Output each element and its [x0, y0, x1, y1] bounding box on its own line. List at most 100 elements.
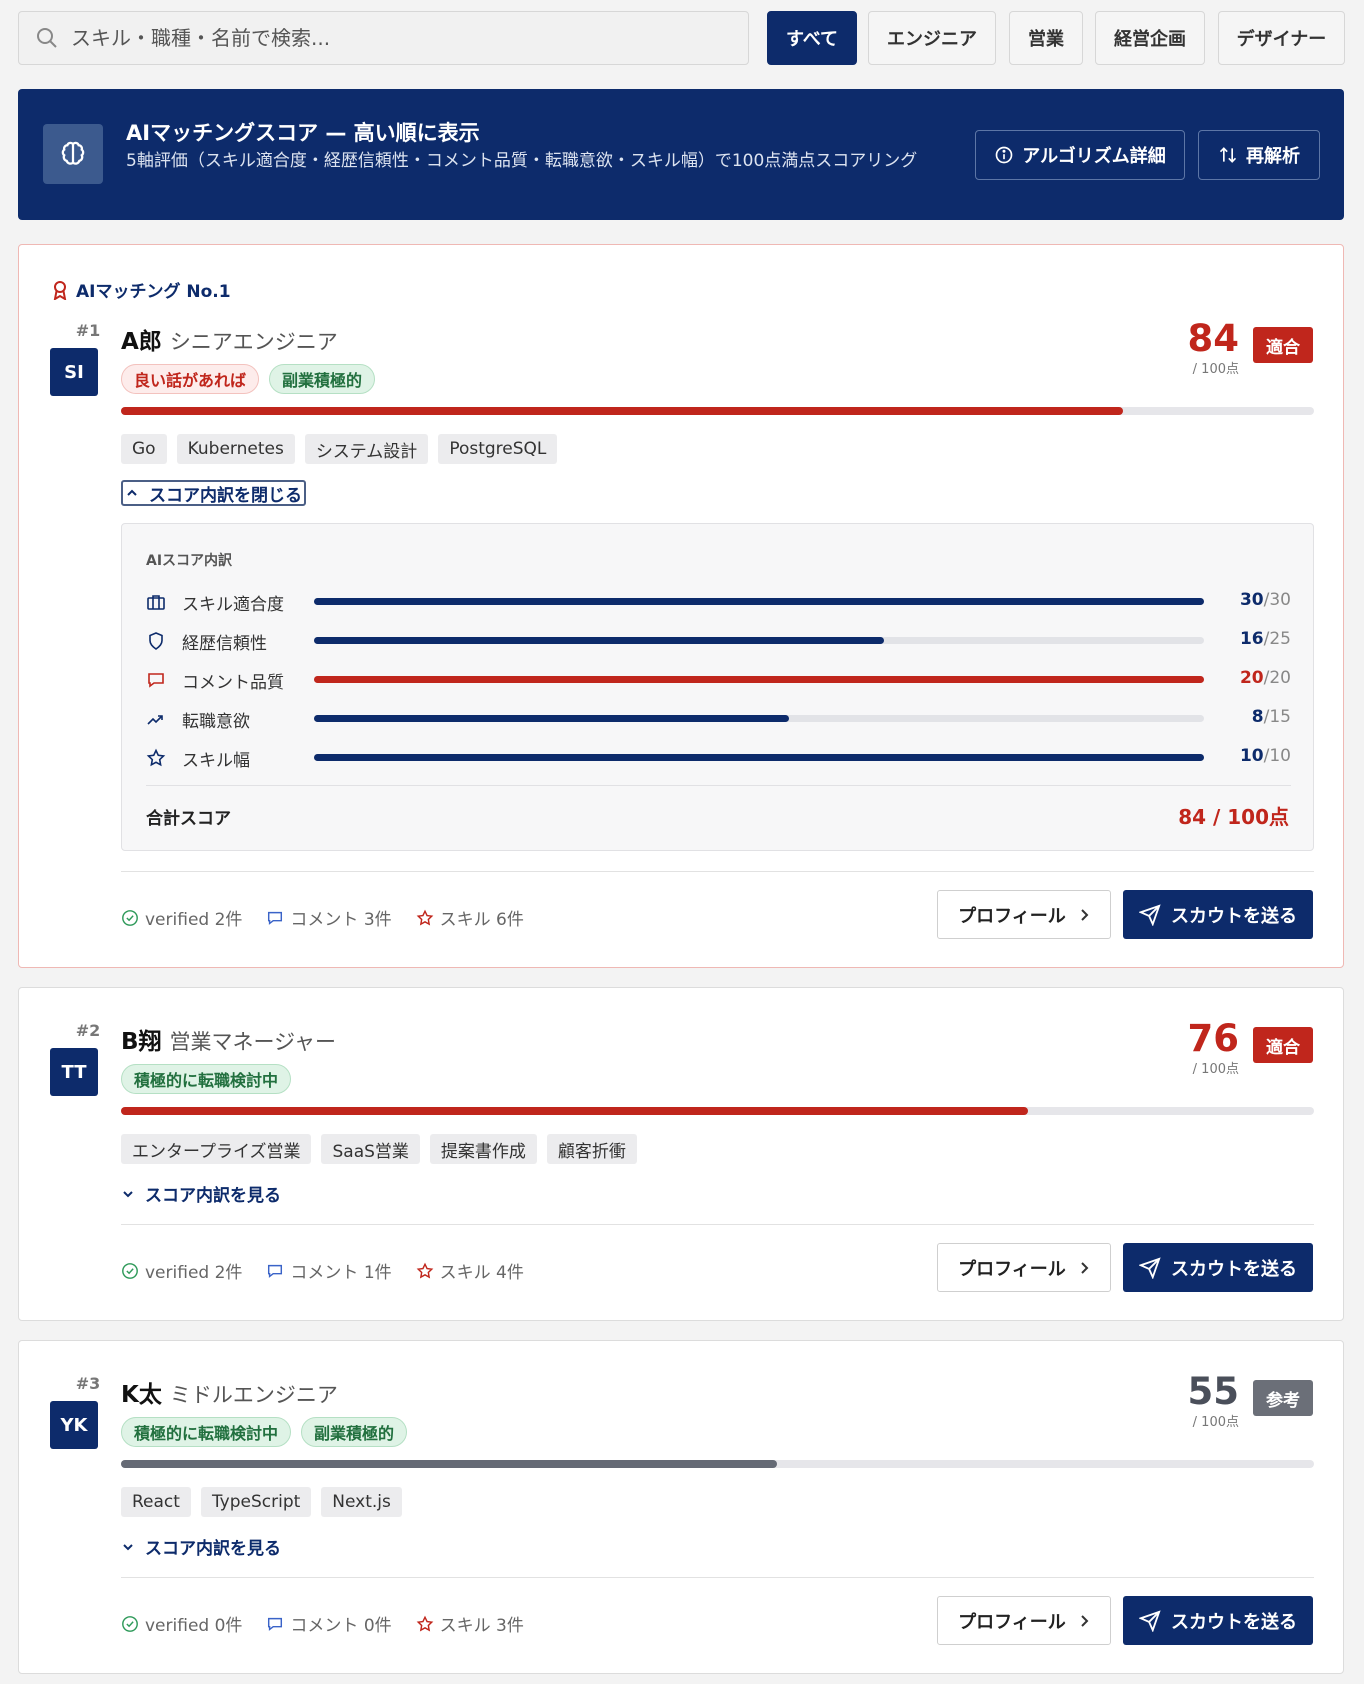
divider	[146, 785, 1291, 786]
profile-button[interactable]: プロフィール	[937, 1596, 1111, 1645]
breakdown-value: 20/20	[1239, 668, 1291, 688]
candidate-card: AIマッチング No.1 #1 SI A郎 シニアエンジニア 良い話があれば 副業…	[18, 244, 1344, 968]
score-breakdown-toggle[interactable]: スコア内訳を見る	[121, 1534, 281, 1559]
skill-chip: TypeScript	[200, 1487, 312, 1517]
skill-chip: 提案書作成	[429, 1134, 537, 1164]
brain-icon-box	[43, 124, 103, 184]
verdict-badge: 参考	[1253, 1380, 1313, 1416]
breakdown-label: 転職意欲	[182, 712, 250, 732]
score-bar	[121, 407, 1314, 415]
search-box[interactable]	[18, 11, 749, 65]
skill-chip: エンタープライズ営業	[121, 1134, 312, 1164]
chevron-right-icon	[1081, 908, 1089, 921]
candidate-name[interactable]: A郎 シニアエンジニア	[121, 322, 338, 356]
match-score: 84	[1187, 317, 1240, 360]
avatar: TT	[50, 1048, 98, 1096]
score-breakdown-toggle[interactable]: スコア内訳を見る	[121, 1181, 281, 1206]
filter-engineer[interactable]: エンジニア	[868, 11, 996, 65]
candidate-stats: verified 2件 コメント 1件 スキル 4件	[121, 1258, 524, 1283]
skill-chip: システム設計	[304, 434, 429, 464]
status-tags: 積極的に転職検討中	[121, 1064, 292, 1094]
check-circle-icon	[122, 1615, 138, 1632]
candidate-stats: verified 0件 コメント 0件 スキル 3件	[121, 1611, 524, 1636]
verdict-badge: 適合	[1253, 1027, 1313, 1063]
search-input[interactable]	[71, 26, 691, 50]
skill-chip: Next.js	[321, 1487, 402, 1517]
divider	[121, 1577, 1314, 1578]
score-bar	[121, 1460, 1314, 1468]
score-breakdown-panel: AIスコア内訳 スキル適合度 30/30 経歴信頼性 16/25 コメント品質 …	[121, 523, 1314, 851]
scout-button[interactable]: スカウトを送る	[1123, 1596, 1313, 1645]
check-circle-icon	[122, 909, 138, 926]
verified-count: verified 0件	[121, 1611, 242, 1636]
send-icon	[1139, 903, 1161, 926]
breakdown-row: 転職意欲 8/15	[146, 707, 1291, 732]
skill-count: スキル 6件	[416, 905, 524, 930]
profile-button[interactable]: プロフィール	[937, 890, 1111, 939]
verdict-badge: 適合	[1253, 327, 1313, 363]
candidate-role: 営業マネージャー	[169, 1030, 337, 1054]
algorithm-detail-label: アルゴリズム詳細	[1022, 146, 1166, 167]
sort-arrows-icon	[1219, 147, 1237, 163]
candidate-name[interactable]: B翔 営業マネージャー	[121, 1022, 336, 1056]
total-score-label: 合計スコア	[146, 809, 231, 829]
filter-planning[interactable]: 経営企画	[1095, 11, 1205, 65]
breakdown-title: AIスコア内訳	[146, 553, 233, 569]
comment-icon	[268, 1264, 283, 1278]
score-bar-fill	[121, 1460, 778, 1468]
breakdown-bar-fill	[314, 754, 1204, 761]
candidate-card: #3 YK K太 ミドルエンジニア 積極的に転職検討中 副業積極的 55 / 10…	[18, 1340, 1344, 1674]
reanalyze-button[interactable]: 再解析	[1198, 130, 1320, 180]
score-bar-fill	[121, 407, 1124, 415]
skill-list: React TypeScript Next.js	[121, 1487, 402, 1517]
skill-list: エンタープライズ営業 SaaS営業 提案書作成 顧客折衝	[121, 1134, 637, 1164]
divider	[121, 1224, 1314, 1225]
star-icon	[416, 909, 433, 925]
breakdown-value: 10/10	[1239, 746, 1291, 766]
comment-icon	[148, 673, 164, 688]
breakdown-label: 経歴信頼性	[182, 634, 267, 654]
scout-button[interactable]: スカウトを送る	[1123, 890, 1313, 939]
breakdown-bar	[314, 754, 1204, 761]
algorithm-detail-button[interactable]: アルゴリズム詳細	[975, 130, 1185, 180]
filter-all[interactable]: すべて	[767, 11, 857, 65]
profile-button[interactable]: プロフィール	[937, 1243, 1111, 1292]
score-bar	[121, 1107, 1314, 1115]
skill-chip: 顧客折衝	[546, 1134, 637, 1164]
score-breakdown-toggle[interactable]: スコア内訳を閉じる	[121, 480, 306, 506]
send-icon	[1139, 1256, 1161, 1279]
breakdown-bar	[314, 598, 1204, 605]
candidate-name[interactable]: K太 ミドルエンジニア	[121, 1375, 338, 1409]
skill-chip: SaaS営業	[321, 1134, 420, 1164]
star-icon	[416, 1262, 433, 1278]
star-icon	[416, 1615, 433, 1631]
chevron-down-icon	[123, 1543, 133, 1550]
scout-button[interactable]: スカウトを送る	[1123, 1243, 1313, 1292]
filter-designer[interactable]: デザイナー	[1218, 11, 1345, 65]
avatar: SI	[50, 348, 98, 396]
filter-sales[interactable]: 営業	[1009, 11, 1083, 65]
score-max: / 100点	[1192, 1415, 1239, 1430]
candidate-stats: verified 2件 コメント 3件 スキル 6件	[121, 905, 524, 930]
comment-icon	[268, 911, 283, 925]
banner-subtitle: 5軸評価（スキル適合度・経歴信頼性・コメント品質・転職意欲・スキル幅）で100点…	[126, 151, 918, 171]
banner-title: AIマッチングスコア — 高い順に表示	[126, 121, 480, 145]
breakdown-row: スキル幅 10/10	[146, 746, 1291, 771]
candidate-role: シニアエンジニア	[169, 330, 338, 354]
score-max: / 100点	[1192, 1062, 1239, 1077]
briefcase-icon	[147, 595, 165, 610]
chevron-right-icon	[1081, 1261, 1089, 1274]
reanalyze-label: 再解析	[1246, 146, 1300, 167]
breakdown-bar-fill	[314, 715, 789, 722]
skill-chip: Go	[121, 434, 167, 464]
divider	[121, 871, 1314, 872]
award-icon	[53, 280, 67, 300]
search-icon	[37, 28, 57, 48]
breakdown-value: 8/15	[1251, 707, 1291, 727]
comment-count: コメント 1件	[266, 1258, 392, 1283]
comment-icon	[268, 1617, 283, 1631]
comment-count: コメント 0件	[266, 1611, 392, 1636]
breakdown-label: スキル幅	[182, 751, 250, 771]
ai-score-banner: AIマッチングスコア — 高い順に表示 5軸評価（スキル適合度・経歴信頼性・コメ…	[18, 89, 1344, 220]
status-tag: 副業積極的	[269, 364, 376, 394]
